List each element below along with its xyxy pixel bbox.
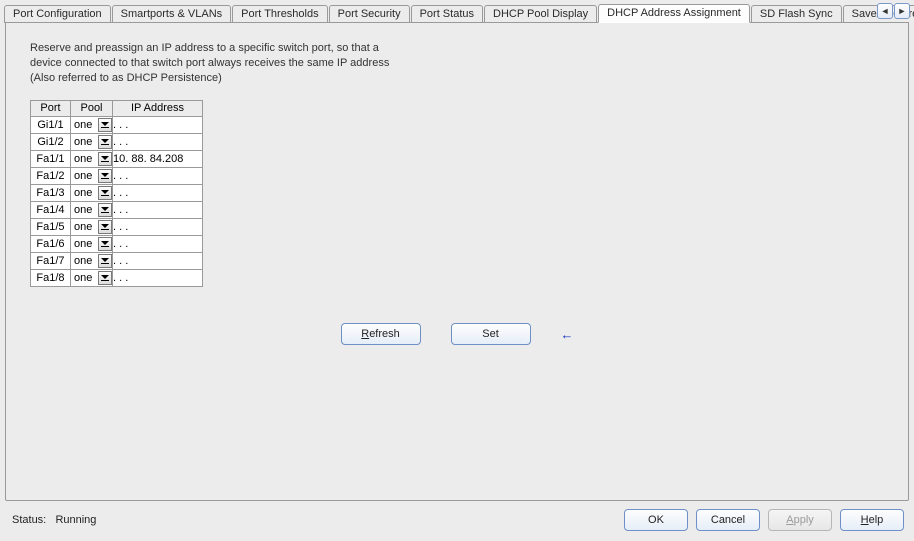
pool-value: one bbox=[74, 272, 92, 284]
tab-smartports-vlans[interactable]: Smartports & VLANs bbox=[112, 5, 231, 23]
chevron-down-icon[interactable] bbox=[98, 135, 112, 149]
port-cell: Fa1/6 bbox=[31, 235, 71, 252]
panel-description: Reserve and preassign an IP address to a… bbox=[30, 41, 390, 86]
chevron-down-icon[interactable] bbox=[98, 152, 112, 166]
pool-cell[interactable]: one bbox=[71, 167, 113, 184]
tab-dhcp-address-assignment[interactable]: DHCP Address Assignment bbox=[598, 4, 750, 23]
tab-scroll-left[interactable]: ◄ bbox=[877, 3, 893, 19]
table-row: Fa1/6one . . . bbox=[31, 235, 203, 252]
ip-address-cell[interactable]: . . . bbox=[113, 252, 203, 269]
tab-scroll-right[interactable]: ► bbox=[894, 3, 910, 19]
apply-button[interactable]: Apply bbox=[768, 509, 832, 531]
pool-value: one bbox=[74, 221, 92, 233]
port-cell: Fa1/5 bbox=[31, 218, 71, 235]
ip-address-cell[interactable]: . . . bbox=[113, 201, 203, 218]
ip-address-cell[interactable]: 10. 88. 84.208 bbox=[113, 150, 203, 167]
pool-value: one bbox=[74, 238, 92, 250]
tab-dhcp-pool-display[interactable]: DHCP Pool Display bbox=[484, 5, 597, 23]
pool-value: one bbox=[74, 255, 92, 267]
ip-address-cell[interactable]: . . . bbox=[113, 133, 203, 150]
refresh-button[interactable]: Refresh bbox=[341, 323, 421, 345]
pool-cell[interactable]: one bbox=[71, 201, 113, 218]
pool-cell[interactable]: one bbox=[71, 252, 113, 269]
table-row: Fa1/4one . . . bbox=[31, 201, 203, 218]
chevron-down-icon[interactable] bbox=[98, 254, 112, 268]
pool-cell[interactable]: one bbox=[71, 235, 113, 252]
chevron-down-icon[interactable] bbox=[98, 220, 112, 234]
table-row: Gi1/2one . . . bbox=[31, 133, 203, 150]
tab-strip: Port ConfigurationSmartports & VLANsPort… bbox=[0, 0, 914, 22]
left-arrow-icon: ← bbox=[561, 327, 574, 342]
pool-cell[interactable]: one bbox=[71, 184, 113, 201]
pool-value: one bbox=[74, 204, 92, 216]
pool-value: one bbox=[74, 187, 92, 199]
ip-address-cell[interactable]: . . . bbox=[113, 167, 203, 184]
chevron-down-icon[interactable] bbox=[98, 237, 112, 251]
table-row: Fa1/2one . . . bbox=[31, 167, 203, 184]
chevron-down-icon[interactable] bbox=[98, 186, 112, 200]
tab-port-configuration[interactable]: Port Configuration bbox=[4, 5, 111, 23]
chevron-down-icon[interactable] bbox=[98, 271, 112, 285]
table-row: Fa1/8one . . . bbox=[31, 269, 203, 286]
set-button[interactable]: Set bbox=[451, 323, 531, 345]
tab-scroll-controls: ◄ ► bbox=[876, 3, 910, 19]
table-row: Fa1/7one . . . bbox=[31, 252, 203, 269]
pool-cell[interactable]: one bbox=[71, 116, 113, 133]
tab-port-security[interactable]: Port Security bbox=[329, 5, 410, 23]
port-cell: Fa1/3 bbox=[31, 184, 71, 201]
port-cell: Fa1/4 bbox=[31, 201, 71, 218]
pool-value: one bbox=[74, 119, 92, 131]
status-value: Running bbox=[55, 514, 96, 526]
table-row: Gi1/1one . . . bbox=[31, 116, 203, 133]
port-cell: Gi1/2 bbox=[31, 133, 71, 150]
table-row: Fa1/3one . . . bbox=[31, 184, 203, 201]
port-cell: Fa1/7 bbox=[31, 252, 71, 269]
ip-address-cell[interactable]: . . . bbox=[113, 269, 203, 286]
footer: Status: Running OK Cancel Apply Help bbox=[0, 505, 914, 541]
pool-cell[interactable]: one bbox=[71, 133, 113, 150]
status-bar: Status: Running bbox=[12, 514, 96, 526]
footer-buttons: OK Cancel Apply Help bbox=[624, 509, 904, 531]
ip-address-cell[interactable]: . . . bbox=[113, 116, 203, 133]
status-label: Status: bbox=[12, 514, 46, 526]
help-button[interactable]: Help bbox=[840, 509, 904, 531]
tab-sd-flash-sync[interactable]: SD Flash Sync bbox=[751, 5, 842, 23]
ip-address-cell[interactable]: . . . bbox=[113, 184, 203, 201]
tab-port-status[interactable]: Port Status bbox=[411, 5, 483, 23]
pool-value: one bbox=[74, 170, 92, 182]
tab-panel-dhcp-address-assignment: Reserve and preassign an IP address to a… bbox=[5, 22, 909, 501]
pool-value: one bbox=[74, 136, 92, 148]
pool-cell[interactable]: one bbox=[71, 218, 113, 235]
pool-cell[interactable]: one bbox=[71, 269, 113, 286]
chevron-down-icon[interactable] bbox=[98, 203, 112, 217]
pool-value: one bbox=[74, 153, 92, 165]
cancel-button[interactable]: Cancel bbox=[696, 509, 760, 531]
port-cell: Fa1/8 bbox=[31, 269, 71, 286]
col-header-ip[interactable]: IP Address bbox=[113, 100, 203, 116]
tab-port-thresholds[interactable]: Port Thresholds bbox=[232, 5, 327, 23]
table-row: Fa1/5one . . . bbox=[31, 218, 203, 235]
ip-address-cell[interactable]: . . . bbox=[113, 218, 203, 235]
col-header-port[interactable]: Port bbox=[31, 100, 71, 116]
port-cell: Gi1/1 bbox=[31, 116, 71, 133]
table-row: Fa1/1one 10. 88. 84.208 bbox=[31, 150, 203, 167]
chevron-down-icon[interactable] bbox=[98, 118, 112, 132]
port-ip-table: Port Pool IP Address Gi1/1one . . .Gi1/2… bbox=[30, 100, 203, 287]
ok-button[interactable]: OK bbox=[624, 509, 688, 531]
port-cell: Fa1/2 bbox=[31, 167, 71, 184]
port-cell: Fa1/1 bbox=[31, 150, 71, 167]
ip-address-cell[interactable]: . . . bbox=[113, 235, 203, 252]
chevron-down-icon[interactable] bbox=[98, 169, 112, 183]
col-header-pool[interactable]: Pool bbox=[71, 100, 113, 116]
pool-cell[interactable]: one bbox=[71, 150, 113, 167]
action-button-row: Refresh Set ← bbox=[6, 323, 908, 345]
